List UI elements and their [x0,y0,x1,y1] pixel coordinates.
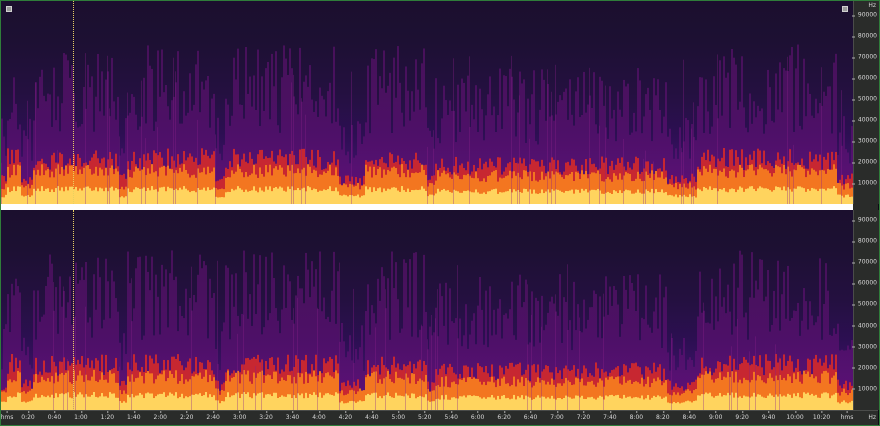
channel-bottom-spectrogram[interactable] [1,210,853,410]
time-tick-label: 5:00 [391,411,406,421]
frequency-tick-label: 10000 [851,179,877,187]
spectral-energy-layer [1,250,853,410]
time-ruler[interactable]: hms hms Hz 0:20 0:40 1:00 1:20 1:40 2:00 2:20 2… [1,410,878,425]
time-tick-label: 7:40 [603,411,617,421]
time-tick-label: 6:00 [470,411,485,421]
time-tick-label: 10:20 [812,411,831,421]
time-tick-label: 2:20 [179,411,194,421]
time-tick-label: 3:00 [232,411,247,421]
frequency-tick-label: 80000 [851,237,877,245]
frequency-tick-label: 30000 [851,137,877,145]
time-tick-label: 9:00 [708,411,723,421]
time-ruler-end-label: hms [840,411,854,421]
time-tick-label: 7:20 [576,411,591,421]
time-tick-label: 4:40 [365,411,379,421]
time-tick-label: 7:00 [550,411,564,421]
time-tick-label: 8:40 [682,411,696,421]
playhead-line-top[interactable] [73,1,74,204]
frequency-tick-label: 20000 [851,364,877,372]
time-tick-label: 1:40 [127,411,141,421]
time-tick-label: 6:40 [523,411,538,421]
frequency-tick-label: 70000 [851,258,877,266]
frequency-tick-label: 60000 [851,74,877,82]
time-tick-label: 10:00 [786,411,804,421]
frequency-tick-label: 40000 [851,322,877,330]
frequency-tick-label: 60000 [851,279,877,287]
frequency-unit-label: Hz [868,414,876,421]
time-ruler-start-label: hms [0,411,14,421]
frequency-tick-label: 10000 [851,385,877,393]
spectrogram-bottom-graphic [1,250,853,410]
time-tick-label: 0:20 [21,411,35,421]
spectral-energy-layer [1,44,853,204]
time-tick-label: 1:20 [100,411,115,421]
frequency-tick-label: 50000 [851,95,877,103]
time-tick-label: 3:20 [259,411,273,421]
frequency-tick-label: 90000 [851,216,877,224]
time-tick-label: 4:00 [312,411,326,421]
time-tick-label: 6:20 [497,411,511,421]
time-tick-label: 2:40 [206,411,220,421]
time-tick-label: 4:20 [338,411,353,421]
time-tick-label: 2:00 [153,411,167,421]
time-tick-label: 1:00 [74,411,88,421]
time-tick-label: 0:40 [47,411,62,421]
frequency-tick-label: 20000 [851,158,877,166]
channel-top-spectrogram[interactable] [1,1,853,204]
playhead-line-bottom[interactable] [73,210,74,410]
frequency-tick-label: 40000 [851,116,877,124]
frequency-tick-label: 70000 [851,53,877,61]
frequency-unit-label: Hz [868,2,876,9]
frequency-tick-label: 90000 [851,11,877,19]
time-tick-label: 5:20 [418,411,432,421]
view-toggle-icon[interactable] [842,6,848,12]
time-tick-label: 8:20 [656,411,670,421]
spectrogram-top-graphic [1,44,853,204]
view-toggle-icon[interactable] [6,6,12,12]
time-tick-label: 5:40 [444,411,458,421]
frequency-ruler-bottom[interactable]: 90000 80000 70000 60000 50000 40000 30000 20000… [851,210,879,410]
frequency-tick-label: 50000 [851,300,877,308]
time-tick-label: 9:40 [761,411,776,421]
frequency-tick-label: 30000 [851,343,877,351]
time-tick-label: 3:40 [285,411,300,421]
time-tick-label: 8:00 [629,411,644,421]
time-tick-label: 9:20 [735,411,749,421]
frequency-tick-label: 80000 [851,32,877,40]
frequency-ruler-top[interactable]: Hz 90000 80000 70000 60000 50000 40000 30000 20… [851,1,879,204]
